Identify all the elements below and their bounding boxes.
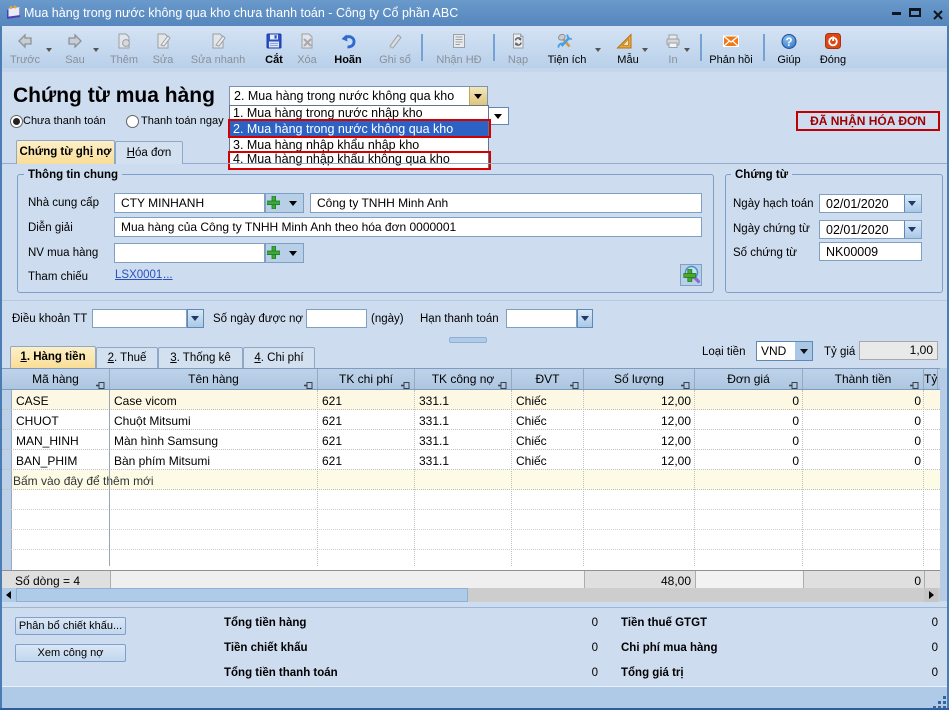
svg-text:?: ? (785, 37, 792, 49)
